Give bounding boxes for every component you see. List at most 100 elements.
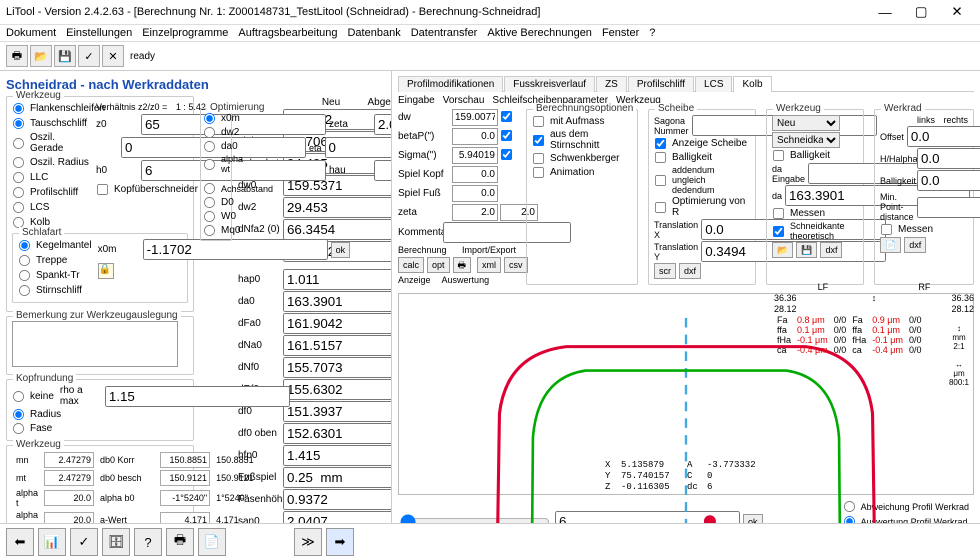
foot-db-icon[interactable]: 🗄	[102, 528, 130, 556]
rzeta1-input[interactable]	[452, 204, 498, 221]
opt-w0-radio[interactable]	[204, 211, 215, 222]
subtab-eingabe[interactable]: Eingabe	[398, 95, 435, 106]
wrad-mess-check[interactable]	[881, 224, 892, 235]
wzg3-save1-icon[interactable]: 📂	[772, 242, 793, 258]
print-icon[interactable]: 🖶	[6, 45, 28, 67]
val-input[interactable]	[283, 489, 391, 510]
betap-auto-check[interactable]	[501, 129, 512, 140]
subtab-vorschau[interactable]: Vorschau	[443, 95, 485, 106]
betap-input[interactable]	[452, 128, 498, 145]
x0m-ok-button[interactable]: ok	[331, 242, 351, 258]
tab-profilschliff[interactable]: Profilschliff	[628, 76, 694, 92]
tab-profilmod[interactable]: Profilmodifikationen	[398, 76, 503, 92]
foot-check-icon[interactable]: ✓	[70, 528, 98, 556]
keine-radio[interactable]	[13, 390, 24, 401]
scheibe-dxf-button[interactable]: dxf	[679, 263, 701, 279]
tbl-input[interactable]	[160, 490, 210, 506]
foot-step-icon[interactable]: ≫	[294, 528, 322, 556]
val-input[interactable]	[283, 401, 391, 422]
menu-fenster[interactable]: Fenster	[602, 27, 639, 39]
sigma-auto-check[interactable]	[501, 148, 512, 159]
kopfu-check[interactable]	[97, 184, 108, 195]
menu-aktive[interactable]: Aktive Berechnungen	[487, 27, 592, 39]
anzs-check[interactable]	[655, 138, 666, 149]
opt-x0m-radio[interactable]	[204, 113, 215, 124]
wzg3-mess-check[interactable]	[773, 208, 784, 219]
save-icon[interactable]: 💾	[54, 45, 76, 67]
tab-lcs[interactable]: LCS	[695, 76, 732, 92]
wrad-dxf-button[interactable]: dxf	[904, 237, 926, 253]
tbl-input[interactable]	[160, 470, 210, 486]
wzg3-save2-icon[interactable]: 💾	[796, 242, 817, 258]
scr-button[interactable]: scr	[654, 263, 676, 279]
tbl-input[interactable]	[44, 452, 94, 468]
ball-check[interactable]	[655, 152, 666, 163]
kegel-radio[interactable]	[19, 240, 30, 251]
flanken-radio[interactable]	[13, 103, 24, 114]
print-button[interactable]: 🖶	[453, 257, 472, 273]
menu-dokument[interactable]: Dokument	[6, 27, 56, 39]
opt-alphawt-radio[interactable]	[204, 158, 215, 169]
opt-mq0-radio[interactable]	[204, 225, 215, 236]
menu-datenbank[interactable]: Datenbank	[347, 27, 400, 39]
menu-datentransfer[interactable]: Datentransfer	[411, 27, 478, 39]
schenk-check[interactable]	[533, 153, 544, 164]
wrad-mpd-input[interactable]	[917, 197, 980, 218]
optr-check[interactable]	[655, 201, 666, 212]
dw-input[interactable]	[452, 109, 498, 126]
treppe-radio[interactable]	[19, 255, 30, 266]
eval-a-radio[interactable]	[844, 501, 855, 512]
rho-input[interactable]	[105, 386, 290, 407]
tab-kolb[interactable]: Kolb	[733, 76, 771, 92]
menu-einstellungen[interactable]: Einstellungen	[66, 27, 132, 39]
minimize-button[interactable]: —	[868, 3, 902, 21]
eta-input[interactable]	[325, 137, 391, 158]
spk-input[interactable]	[452, 166, 498, 183]
wzg3-sk-select[interactable]: Schneidkante	[772, 132, 840, 148]
foot-print-icon[interactable]: 🖶	[166, 528, 194, 556]
spf-input[interactable]	[452, 185, 498, 202]
open-icon[interactable]: 📂	[30, 45, 52, 67]
wrad-hh1[interactable]	[917, 148, 980, 169]
tbl-input[interactable]	[160, 452, 210, 468]
wrad-off1[interactable]	[907, 126, 980, 147]
hau-input[interactable]	[374, 160, 391, 181]
opt-da0-radio[interactable]	[204, 141, 215, 152]
foot-forward-icon[interactable]: ➡	[326, 528, 354, 556]
opt-d0-radio[interactable]	[204, 197, 215, 208]
llc-radio[interactable]	[13, 172, 24, 183]
xml-button[interactable]: xml	[477, 257, 501, 273]
csv-button[interactable]: csv	[504, 257, 528, 273]
aufmass-check[interactable]	[533, 116, 544, 127]
opt-button[interactable]: opt	[427, 257, 450, 273]
wzg3-ball-check[interactable]	[773, 150, 784, 161]
zeta-input[interactable]	[374, 114, 391, 135]
foot-doc-icon[interactable]: 📄	[198, 528, 226, 556]
tab-fusskreis[interactable]: Fusskreisverlauf	[504, 76, 595, 92]
lock-icon[interactable]: 🔒	[98, 263, 114, 279]
tbl-input[interactable]	[44, 490, 94, 506]
x0m-input[interactable]	[143, 239, 328, 260]
bemerkung-textarea[interactable]	[12, 321, 178, 367]
wrad-b1[interactable]	[917, 170, 980, 191]
radius-radio[interactable]	[13, 409, 24, 420]
lcs-radio[interactable]	[13, 202, 24, 213]
wzg3-neu-select[interactable]: Neu	[772, 115, 840, 131]
anim-check[interactable]	[533, 167, 544, 178]
profil-radio[interactable]	[13, 187, 24, 198]
menu-auftrag[interactable]: Auftragsbearbeitung	[238, 27, 337, 39]
val-input[interactable]	[283, 357, 391, 378]
spankt-radio[interactable]	[19, 270, 30, 281]
wzg3-skth-check[interactable]	[773, 225, 784, 236]
check-icon[interactable]: ✓	[78, 45, 100, 67]
wrad-doc-icon[interactable]: 📄	[880, 237, 901, 253]
tab-zs[interactable]: ZS	[596, 76, 627, 92]
menu-help[interactable]: ?	[649, 27, 655, 39]
tbl-input[interactable]	[44, 470, 94, 486]
val-input[interactable]	[283, 423, 391, 444]
oszilg-radio[interactable]	[13, 137, 24, 148]
stirn-radio[interactable]	[19, 285, 30, 296]
val-input[interactable]	[283, 379, 391, 400]
val-input[interactable]	[283, 313, 391, 334]
tausch-radio[interactable]	[13, 118, 24, 129]
